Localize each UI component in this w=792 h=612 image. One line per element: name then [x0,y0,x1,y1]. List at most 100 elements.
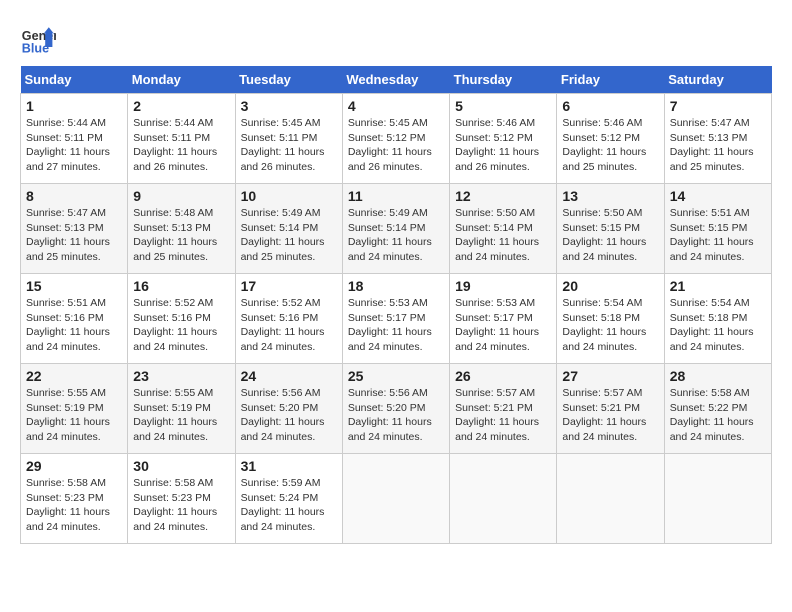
day-number: 29 [26,458,122,474]
day-number: 21 [670,278,766,294]
table-row: 6 Sunrise: 5:46 AM Sunset: 5:12 PM Dayli… [557,94,664,184]
col-saturday: Saturday [664,66,771,94]
table-row: 29 Sunrise: 5:58 AM Sunset: 5:23 PM Dayl… [21,454,128,544]
table-row [664,454,771,544]
day-number: 5 [455,98,551,114]
day-info: Sunrise: 5:45 AM Sunset: 5:12 PM Dayligh… [348,116,444,175]
calendar-week-row: 29 Sunrise: 5:58 AM Sunset: 5:23 PM Dayl… [21,454,772,544]
day-info: Sunrise: 5:52 AM Sunset: 5:16 PM Dayligh… [241,296,337,355]
table-row: 22 Sunrise: 5:55 AM Sunset: 5:19 PM Dayl… [21,364,128,454]
day-info: Sunrise: 5:58 AM Sunset: 5:22 PM Dayligh… [670,386,766,445]
day-number: 17 [241,278,337,294]
table-row: 10 Sunrise: 5:49 AM Sunset: 5:14 PM Dayl… [235,184,342,274]
day-number: 22 [26,368,122,384]
calendar-table: Sunday Monday Tuesday Wednesday Thursday… [20,66,772,544]
day-number: 15 [26,278,122,294]
table-row [450,454,557,544]
day-info: Sunrise: 5:49 AM Sunset: 5:14 PM Dayligh… [241,206,337,265]
day-number: 30 [133,458,229,474]
day-info: Sunrise: 5:56 AM Sunset: 5:20 PM Dayligh… [348,386,444,445]
day-info: Sunrise: 5:56 AM Sunset: 5:20 PM Dayligh… [241,386,337,445]
day-number: 13 [562,188,658,204]
svg-text:Blue: Blue [22,41,49,55]
day-info: Sunrise: 5:46 AM Sunset: 5:12 PM Dayligh… [455,116,551,175]
table-row [557,454,664,544]
day-number: 7 [670,98,766,114]
table-row: 12 Sunrise: 5:50 AM Sunset: 5:14 PM Dayl… [450,184,557,274]
calendar-week-row: 22 Sunrise: 5:55 AM Sunset: 5:19 PM Dayl… [21,364,772,454]
table-row: 13 Sunrise: 5:50 AM Sunset: 5:15 PM Dayl… [557,184,664,274]
col-wednesday: Wednesday [342,66,449,94]
table-row: 20 Sunrise: 5:54 AM Sunset: 5:18 PM Dayl… [557,274,664,364]
day-number: 16 [133,278,229,294]
table-row: 23 Sunrise: 5:55 AM Sunset: 5:19 PM Dayl… [128,364,235,454]
table-row: 27 Sunrise: 5:57 AM Sunset: 5:21 PM Dayl… [557,364,664,454]
table-row: 7 Sunrise: 5:47 AM Sunset: 5:13 PM Dayli… [664,94,771,184]
table-row: 3 Sunrise: 5:45 AM Sunset: 5:11 PM Dayli… [235,94,342,184]
day-info: Sunrise: 5:58 AM Sunset: 5:23 PM Dayligh… [133,476,229,535]
day-info: Sunrise: 5:51 AM Sunset: 5:16 PM Dayligh… [26,296,122,355]
day-info: Sunrise: 5:51 AM Sunset: 5:15 PM Dayligh… [670,206,766,265]
day-info: Sunrise: 5:49 AM Sunset: 5:14 PM Dayligh… [348,206,444,265]
day-number: 23 [133,368,229,384]
table-row: 28 Sunrise: 5:58 AM Sunset: 5:22 PM Dayl… [664,364,771,454]
table-row: 5 Sunrise: 5:46 AM Sunset: 5:12 PM Dayli… [450,94,557,184]
col-friday: Friday [557,66,664,94]
col-sunday: Sunday [21,66,128,94]
day-number: 9 [133,188,229,204]
day-number: 10 [241,188,337,204]
day-number: 1 [26,98,122,114]
table-row [342,454,449,544]
day-number: 11 [348,188,444,204]
day-info: Sunrise: 5:50 AM Sunset: 5:15 PM Dayligh… [562,206,658,265]
table-row: 17 Sunrise: 5:52 AM Sunset: 5:16 PM Dayl… [235,274,342,364]
day-number: 24 [241,368,337,384]
day-info: Sunrise: 5:46 AM Sunset: 5:12 PM Dayligh… [562,116,658,175]
day-number: 2 [133,98,229,114]
table-row: 26 Sunrise: 5:57 AM Sunset: 5:21 PM Dayl… [450,364,557,454]
day-number: 12 [455,188,551,204]
table-row: 30 Sunrise: 5:58 AM Sunset: 5:23 PM Dayl… [128,454,235,544]
col-monday: Monday [128,66,235,94]
page-header: General Blue [20,20,772,56]
table-row: 4 Sunrise: 5:45 AM Sunset: 5:12 PM Dayli… [342,94,449,184]
day-info: Sunrise: 5:44 AM Sunset: 5:11 PM Dayligh… [133,116,229,175]
day-info: Sunrise: 5:47 AM Sunset: 5:13 PM Dayligh… [670,116,766,175]
col-thursday: Thursday [450,66,557,94]
day-number: 31 [241,458,337,474]
table-row: 8 Sunrise: 5:47 AM Sunset: 5:13 PM Dayli… [21,184,128,274]
calendar-week-row: 8 Sunrise: 5:47 AM Sunset: 5:13 PM Dayli… [21,184,772,274]
day-number: 6 [562,98,658,114]
day-number: 18 [348,278,444,294]
calendar-week-row: 15 Sunrise: 5:51 AM Sunset: 5:16 PM Dayl… [21,274,772,364]
day-info: Sunrise: 5:59 AM Sunset: 5:24 PM Dayligh… [241,476,337,535]
day-info: Sunrise: 5:57 AM Sunset: 5:21 PM Dayligh… [562,386,658,445]
day-number: 4 [348,98,444,114]
calendar-week-row: 1 Sunrise: 5:44 AM Sunset: 5:11 PM Dayli… [21,94,772,184]
day-info: Sunrise: 5:58 AM Sunset: 5:23 PM Dayligh… [26,476,122,535]
table-row: 9 Sunrise: 5:48 AM Sunset: 5:13 PM Dayli… [128,184,235,274]
table-row: 2 Sunrise: 5:44 AM Sunset: 5:11 PM Dayli… [128,94,235,184]
day-info: Sunrise: 5:44 AM Sunset: 5:11 PM Dayligh… [26,116,122,175]
day-info: Sunrise: 5:54 AM Sunset: 5:18 PM Dayligh… [670,296,766,355]
col-tuesday: Tuesday [235,66,342,94]
day-number: 19 [455,278,551,294]
table-row: 19 Sunrise: 5:53 AM Sunset: 5:17 PM Dayl… [450,274,557,364]
table-row: 24 Sunrise: 5:56 AM Sunset: 5:20 PM Dayl… [235,364,342,454]
day-number: 8 [26,188,122,204]
day-number: 28 [670,368,766,384]
day-number: 25 [348,368,444,384]
table-row: 21 Sunrise: 5:54 AM Sunset: 5:18 PM Dayl… [664,274,771,364]
day-number: 14 [670,188,766,204]
table-row: 16 Sunrise: 5:52 AM Sunset: 5:16 PM Dayl… [128,274,235,364]
day-info: Sunrise: 5:45 AM Sunset: 5:11 PM Dayligh… [241,116,337,175]
day-info: Sunrise: 5:57 AM Sunset: 5:21 PM Dayligh… [455,386,551,445]
day-number: 27 [562,368,658,384]
day-number: 3 [241,98,337,114]
day-info: Sunrise: 5:53 AM Sunset: 5:17 PM Dayligh… [455,296,551,355]
table-row: 25 Sunrise: 5:56 AM Sunset: 5:20 PM Dayl… [342,364,449,454]
day-number: 26 [455,368,551,384]
day-info: Sunrise: 5:48 AM Sunset: 5:13 PM Dayligh… [133,206,229,265]
day-info: Sunrise: 5:53 AM Sunset: 5:17 PM Dayligh… [348,296,444,355]
day-info: Sunrise: 5:55 AM Sunset: 5:19 PM Dayligh… [26,386,122,445]
